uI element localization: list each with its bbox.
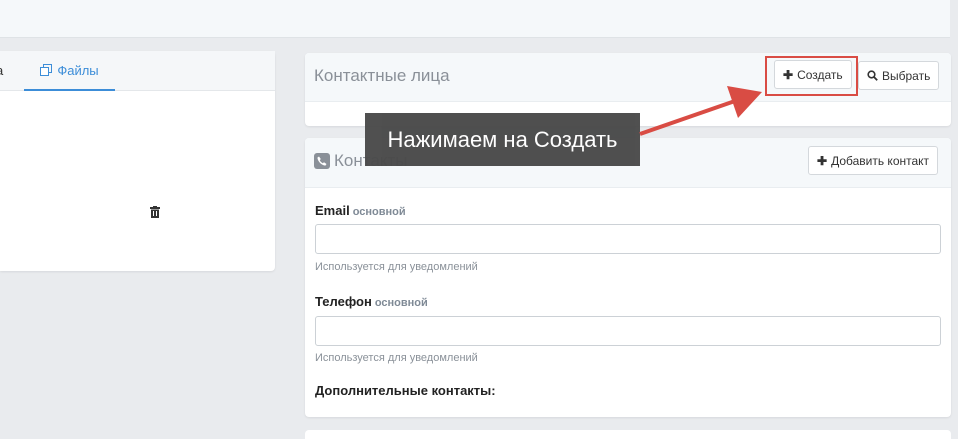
additional-contacts-label: Дополнительные контакты:: [315, 383, 496, 398]
phone-field[interactable]: [315, 316, 941, 346]
phone-icon: [314, 153, 330, 169]
contacts-panel: Контакты: [305, 138, 951, 417]
top-panel: [0, 0, 950, 38]
phone-hint: Используется для уведомлений: [315, 352, 478, 364]
email-label: Email основной: [315, 203, 406, 218]
search-icon: [867, 70, 878, 81]
phone-label-text: Телефон: [315, 294, 372, 309]
email-hint: Используется для уведомлений: [315, 261, 478, 273]
add-contact-label: Добавить контакт: [831, 153, 930, 168]
highlight-box: [765, 56, 858, 96]
phone-label: Телефон основной: [315, 294, 428, 309]
email-label-text: Email: [315, 203, 350, 218]
bottom-panel: [305, 430, 951, 439]
phone-label-sub: основной: [374, 297, 428, 309]
tab-files-label: Файлы: [57, 62, 99, 78]
email-label-sub: основной: [352, 206, 406, 218]
trash-icon[interactable]: [150, 206, 160, 218]
tab-files[interactable]: Файлы: [24, 51, 115, 91]
plus-icon: ✚: [817, 153, 828, 168]
select-button[interactable]: Выбрать: [858, 61, 940, 90]
files-icon: [40, 64, 53, 76]
add-contact-button[interactable]: ✚ Добавить контакт: [808, 146, 939, 175]
select-button-label: Выбрать: [882, 68, 931, 83]
annotation-callout: Нажимаем на Создать: [365, 113, 640, 166]
email-field[interactable]: [315, 224, 941, 254]
contact-persons-title: Контактные лица: [314, 66, 450, 85]
tab-partial[interactable]: а: [0, 63, 3, 78]
tab-bar: а Файлы: [0, 51, 275, 91]
files-panel: а Файлы: [0, 51, 275, 271]
